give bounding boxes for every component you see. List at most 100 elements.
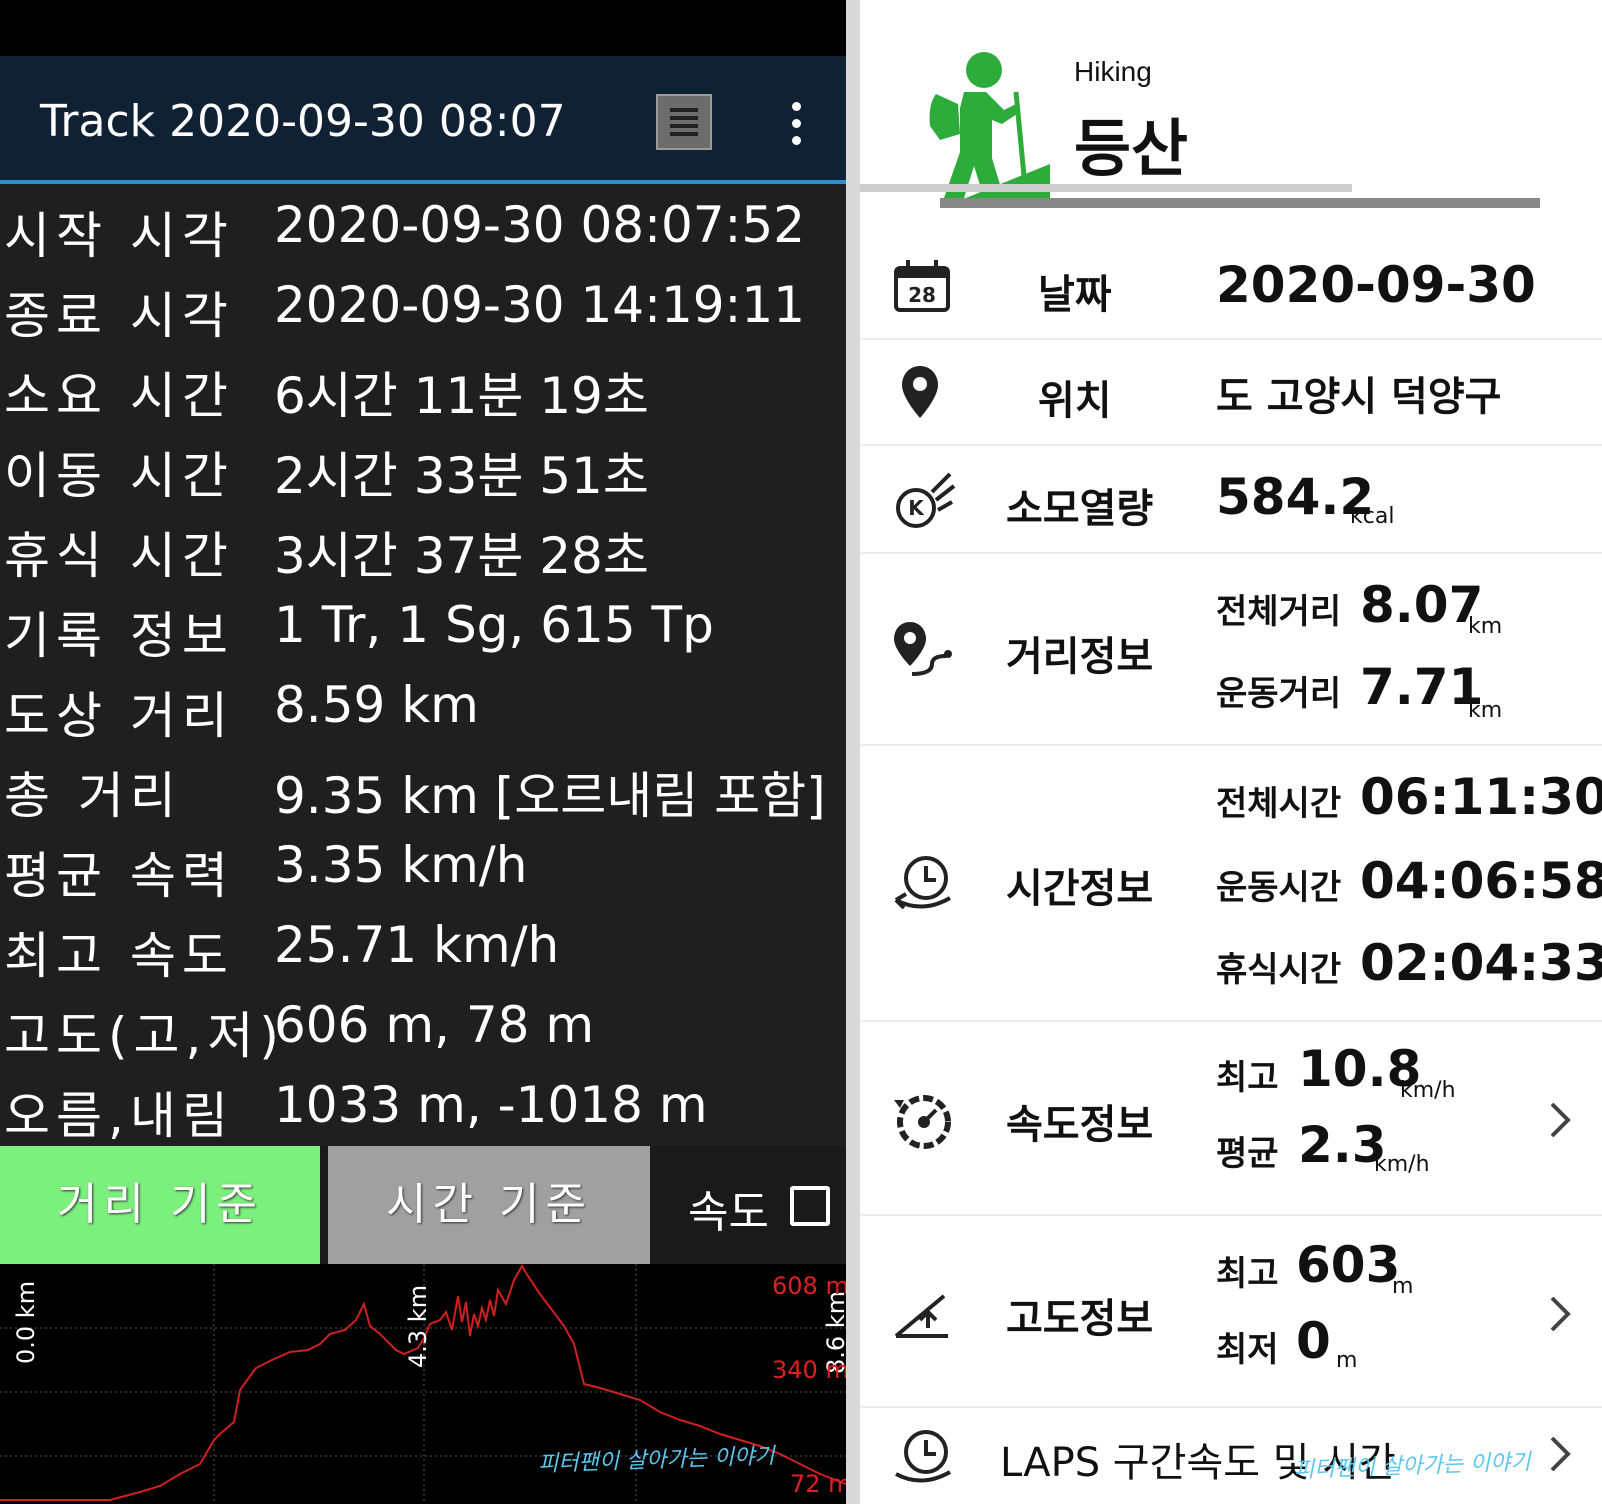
- distance-label: 거리정보: [1006, 634, 1154, 680]
- rest-time-value: 02:04:33: [1360, 934, 1602, 992]
- stat-label: 소요 시간: [4, 367, 234, 425]
- row-distance: 거리정보 전체거리 8.07 km 운동거리 7.71 km: [860, 554, 1602, 746]
- row-date: 28 날짜 2020-09-30: [860, 232, 1602, 340]
- stat-label: 기록 정보: [4, 607, 234, 665]
- stat-row-elapsed: 소요 시간 6시간 11분 19초: [0, 356, 846, 436]
- stat-value: 2020-09-30 14:19:11: [274, 276, 806, 334]
- hiking-summary-panel: Hiking 등산 28 날짜 2020-09-30 위치 도 고양시 덕양구 …: [860, 0, 1602, 1504]
- stat-label: 휴식 시간: [4, 527, 234, 585]
- min-altitude-value: 0: [1296, 1312, 1331, 1370]
- stat-value: 1 Tr, 1 Sg, 615 Tp: [274, 596, 714, 654]
- alt-max-label: 608 m: [772, 1272, 846, 1300]
- stat-row-record-info: 기록 정보 1 Tr, 1 Sg, 615 Tp: [0, 596, 846, 676]
- total-distance-label: 전체거리: [1216, 592, 1342, 632]
- stat-row-total-distance: 총 거리 9.35 km [오르내림 포함]: [0, 756, 846, 836]
- header-divider: [940, 198, 1540, 208]
- max-speed-unit: km/h: [1400, 1078, 1456, 1103]
- row-laps[interactable]: LAPS 구간속도 및 시간 피터팬이 살아가는 이야기: [860, 1408, 1602, 1504]
- tab-time-basis[interactable]: 시간 기준: [328, 1146, 650, 1264]
- rest-time-label: 휴식시간: [1216, 950, 1342, 990]
- stat-label: 이동 시간: [4, 447, 234, 505]
- stat-value: 3.35 km/h: [274, 836, 528, 894]
- row-speed[interactable]: 속도정보 최고 10.8 km/h 평균 2.3 km/h: [860, 1022, 1602, 1216]
- calories-label: 소모열량: [1006, 486, 1154, 532]
- avg-speed-label: 평균: [1216, 1134, 1279, 1174]
- max-altitude-label: 최고: [1216, 1254, 1279, 1294]
- stat-value: 25.71 km/h: [274, 916, 560, 974]
- calendar-day: 28: [908, 283, 936, 307]
- row-calories: K 소모열량 584.2 kcal: [860, 446, 1602, 554]
- max-speed-label: 최고: [1216, 1058, 1279, 1098]
- chevron-right-icon[interactable]: [1546, 1434, 1574, 1474]
- alt-mid-label: 340 m: [772, 1356, 846, 1384]
- stat-row-altitude: 고도(고,저) 606 m, 78 m: [0, 996, 846, 1076]
- stat-row-start-time: 시작 시각 2020-09-30 08:07:52: [0, 196, 846, 276]
- stat-label: 오름,내림: [4, 1087, 234, 1145]
- stat-label: 총 거리: [4, 767, 182, 825]
- track-panel: Track 2020-09-30 08:07 시작 시각 2020-09-30 …: [0, 0, 846, 1504]
- stat-row-rest-time: 휴식 시간 3시간 37분 28초: [0, 516, 846, 596]
- location-value: 도 고양시 덕양구: [1216, 374, 1502, 420]
- stat-row-map-distance: 도상 거리 8.59 km: [0, 676, 846, 756]
- stat-label: 고도(고,저): [4, 1007, 285, 1065]
- total-time-label: 전체시간: [1216, 784, 1342, 824]
- calorie-burn-icon: K: [896, 472, 956, 528]
- speedometer-icon: [894, 1095, 951, 1149]
- status-bar: [0, 0, 846, 56]
- row-time: 시간정보 전체시간 06:11:30 운동시간 04:06:58 휴식시간 02…: [860, 746, 1602, 1022]
- stat-value: 8.59 km: [274, 676, 479, 734]
- stat-value: 2시간 33분 51초: [274, 447, 649, 505]
- alt-min-label: 72 m: [790, 1470, 846, 1498]
- chart-mode-tabs: 거리 기준 시간 기준 속도: [0, 1146, 846, 1264]
- altitude-label: 고도정보: [1006, 1296, 1154, 1342]
- min-altitude-label: 최저: [1216, 1330, 1279, 1370]
- tab-distance-basis[interactable]: 거리 기준: [0, 1146, 320, 1264]
- stat-label: 시작 시각: [4, 207, 234, 265]
- row-location: 위치 도 고양시 덕양구: [860, 340, 1602, 446]
- stat-row-end-time: 종료 시각 2020-09-30 14:19:11: [0, 276, 846, 356]
- max-altitude-value: 603: [1296, 1236, 1401, 1294]
- stat-value: 1033 m, -1018 m: [274, 1076, 708, 1134]
- move-time-label: 운동시간: [1216, 868, 1342, 908]
- date-value: 2020-09-30: [1216, 256, 1536, 314]
- svg-text:K: K: [908, 496, 925, 520]
- x-start-label: 0.0 km: [12, 1280, 40, 1364]
- chevron-right-icon[interactable]: [1546, 1294, 1574, 1334]
- stat-value: 2020-09-30 08:07:52: [274, 196, 806, 254]
- watermark: 피터팬이 살아가는 이야기: [1293, 1449, 1532, 1484]
- stat-label: 도상 거리: [4, 687, 234, 745]
- speed-label: 속도정보: [1006, 1102, 1154, 1148]
- calendar-icon: 28: [894, 260, 950, 312]
- elevation-chart: 0.0 km 4.3 km 8.6 km 608 m 340 m 72 m 피터…: [0, 1264, 846, 1504]
- move-time-value: 04:06:58: [1360, 852, 1602, 910]
- stat-value: 3시간 37분 28초: [274, 527, 649, 585]
- stat-row-avg-speed: 평균 속력 3.35 km/h: [0, 836, 846, 916]
- laps-clock-icon: [895, 1430, 951, 1483]
- stat-value: 606 m, 78 m: [274, 996, 595, 1054]
- move-distance-value: 7.71: [1360, 658, 1484, 716]
- location-label: 위치: [1038, 378, 1112, 424]
- chevron-right-icon[interactable]: [1546, 1100, 1574, 1140]
- stat-label: 종료 시각: [4, 287, 234, 345]
- clock-history-icon: [894, 856, 951, 910]
- stat-label: 최고 속도: [4, 927, 234, 985]
- time-label: 시간정보: [1006, 866, 1154, 912]
- speed-checkbox[interactable]: [790, 1186, 830, 1226]
- date-label: 날짜: [1038, 272, 1112, 318]
- stat-value: 6시간 11분 19초: [274, 367, 649, 425]
- calories-unit: kcal: [1350, 504, 1395, 529]
- max-altitude-unit: m: [1392, 1274, 1414, 1299]
- header-divider: [860, 184, 1352, 192]
- total-time-value: 06:11:30: [1360, 768, 1602, 826]
- stat-label: 평균 속력: [4, 847, 234, 905]
- more-menu-icon[interactable]: [782, 100, 812, 148]
- list-icon[interactable]: [656, 94, 712, 150]
- total-distance-unit: km: [1468, 614, 1503, 639]
- speed-toggle-label: 속도: [688, 1187, 769, 1238]
- min-altitude-unit: m: [1336, 1348, 1358, 1373]
- row-altitude[interactable]: 고도정보 최고 603 m 최저 0 m: [860, 1216, 1602, 1408]
- stat-row-max-speed: 최고 속도 25.71 km/h: [0, 916, 846, 996]
- track-title: Track 2020-09-30 08:07: [40, 96, 566, 147]
- app-bar: Track 2020-09-30 08:07: [0, 56, 846, 184]
- location-pin-icon: [902, 366, 938, 418]
